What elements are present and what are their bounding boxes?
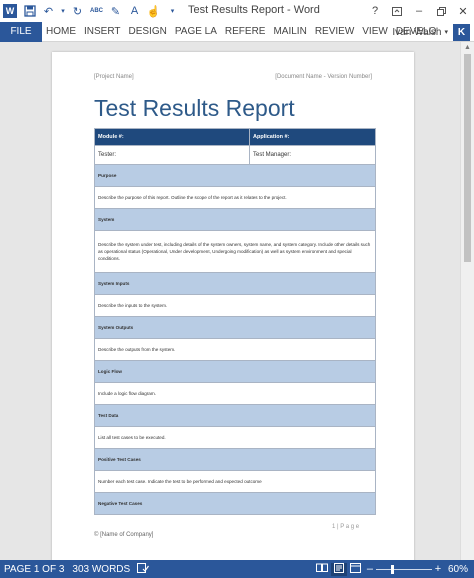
- word-logo[interactable]: W: [3, 4, 17, 18]
- tab-references[interactable]: REFERE: [221, 22, 270, 42]
- cell-system-outputs: Describe the outputs from the system.: [94, 338, 376, 361]
- table-row: System Inputs: [94, 272, 376, 295]
- print-layout-icon[interactable]: [330, 562, 347, 576]
- document-page[interactable]: [Project Name] [Document Name - Version …: [52, 52, 414, 560]
- cell-logic-flow: Include a logic flow diagram.: [94, 382, 376, 405]
- style-dropdown-icon[interactable]: A: [126, 3, 143, 19]
- zoom-in-button[interactable]: +: [432, 563, 444, 575]
- spelling-check-icon[interactable]: ABC: [88, 3, 105, 19]
- redo-icon[interactable]: ↻: [69, 3, 86, 19]
- header-document-name: [Document Name - Version Number]: [275, 74, 372, 80]
- table-row: List all test cases to be executed.: [94, 426, 376, 449]
- save-icon[interactable]: [21, 3, 38, 19]
- tab-design[interactable]: DESIGN: [125, 22, 171, 42]
- header-application: Application #:: [249, 128, 376, 146]
- table-row: Test Data: [94, 404, 376, 427]
- table-row: Describe the inputs to the system.: [94, 294, 376, 317]
- chevron-down-icon: ▾: [444, 29, 448, 36]
- cell-system: Describe the system under test, includin…: [94, 230, 376, 273]
- word-count[interactable]: 303 WORDS: [68, 564, 134, 575]
- table-field-row: Tester: Test Manager:: [94, 145, 376, 165]
- table-row: System: [94, 208, 376, 231]
- page-number: 1 | P a g e: [332, 524, 360, 530]
- tab-view[interactable]: VIEW: [358, 22, 392, 42]
- table-row: Negative Test Cases: [94, 492, 376, 515]
- user-name: Ivan Walsh: [392, 26, 442, 38]
- table-row: Describe the purpose of this report. Out…: [94, 186, 376, 209]
- undo-icon[interactable]: ↶: [40, 3, 57, 19]
- section-negative-test-cases: Negative Test Cases: [94, 492, 376, 515]
- help-icon[interactable]: ?: [364, 0, 386, 22]
- proofing-icon[interactable]: [134, 562, 152, 576]
- cell-purpose: Describe the purpose of this report. Out…: [94, 186, 376, 209]
- table-row: Describe the outputs from the system.: [94, 338, 376, 361]
- section-system-inputs: System Inputs: [94, 272, 376, 295]
- customize-qat-icon[interactable]: ▾: [164, 3, 181, 19]
- zoom-controls: – + 60%: [313, 560, 474, 578]
- zoom-slider-handle[interactable]: [390, 564, 394, 574]
- page-count[interactable]: PAGE 1 OF 3: [0, 564, 68, 575]
- close-icon[interactable]: ✕: [452, 0, 474, 22]
- read-mode-icon[interactable]: [313, 563, 331, 575]
- tab-file[interactable]: FILE: [0, 21, 42, 42]
- window-title: Test Results Report - Word: [188, 4, 320, 16]
- status-bar: PAGE 1 OF 3 303 WORDS – + 60%: [0, 560, 474, 578]
- section-test-data: Test Data: [94, 404, 376, 427]
- document-workspace[interactable]: [Project Name] [Document Name - Version …: [0, 42, 460, 560]
- quick-access-toolbar: W ↶ ▾ ↻ ABC ✎ A ☝ ▾: [0, 0, 183, 22]
- zoom-slider[interactable]: [375, 564, 432, 574]
- table-row: Positive Test Cases: [94, 448, 376, 471]
- avatar[interactable]: K: [453, 24, 470, 41]
- tab-mailings[interactable]: MAILIN: [269, 22, 310, 42]
- title-bar: W ↶ ▾ ↻ ABC ✎ A ☝ ▾ Test Results Report …: [0, 0, 474, 22]
- footer-company: © [Name of Company]: [94, 532, 154, 538]
- tab-review[interactable]: REVIEW: [311, 22, 358, 42]
- section-purpose: Purpose: [94, 164, 376, 187]
- header-module: Module #:: [94, 128, 250, 146]
- table-row: Number each test case. Indicate the test…: [94, 470, 376, 493]
- field-tester: Tester:: [94, 145, 250, 165]
- cell-system-inputs: Describe the inputs to the system.: [94, 294, 376, 317]
- tab-page-layout[interactable]: PAGE LA: [171, 22, 221, 42]
- zoom-out-button[interactable]: –: [364, 563, 376, 575]
- undo-dropdown-icon[interactable]: ▾: [59, 3, 67, 19]
- section-positive-test-cases: Positive Test Cases: [94, 448, 376, 471]
- cell-test-data: List all test cases to be executed.: [94, 426, 376, 449]
- zoom-level[interactable]: 60%: [444, 564, 474, 575]
- header-project-name: [Project Name]: [94, 74, 134, 80]
- user-account[interactable]: Ivan Walsh ▾: [392, 22, 448, 42]
- ribbon-tabs: FILE HOME INSERT DESIGN PAGE LA REFERE M…: [0, 21, 474, 42]
- tab-home[interactable]: HOME: [42, 22, 80, 42]
- window-controls: ? – ✕: [364, 0, 474, 22]
- format-painter-icon[interactable]: ✎: [107, 3, 124, 19]
- web-layout-icon[interactable]: [347, 562, 364, 576]
- section-system: System: [94, 208, 376, 231]
- table-row: Purpose: [94, 164, 376, 187]
- table-row: Logic Flow: [94, 360, 376, 383]
- cell-positive-test-cases: Number each test case. Indicate the test…: [94, 470, 376, 493]
- minimize-icon[interactable]: –: [408, 0, 430, 22]
- table-row: System Outputs: [94, 316, 376, 339]
- ribbon-display-icon[interactable]: [386, 0, 408, 22]
- vertical-scrollbar[interactable]: ▲: [460, 42, 474, 560]
- scroll-up-icon[interactable]: ▲: [464, 44, 471, 51]
- table-row: Include a logic flow diagram.: [94, 382, 376, 405]
- section-logic-flow: Logic Flow: [94, 360, 376, 383]
- scrollbar-thumb[interactable]: [464, 54, 471, 262]
- section-system-outputs: System Outputs: [94, 316, 376, 339]
- restore-icon[interactable]: [430, 0, 452, 22]
- page-title: Test Results Report: [94, 95, 295, 121]
- table-row: Describe the system under test, includin…: [94, 230, 376, 273]
- test-results-table: Module #: Application #: Tester: Test Ma…: [94, 128, 376, 515]
- touch-mode-icon[interactable]: ☝: [145, 3, 162, 19]
- field-test-manager: Test Manager:: [249, 145, 376, 165]
- table-header-row: Module #: Application #:: [94, 128, 376, 146]
- tab-insert[interactable]: INSERT: [80, 22, 125, 42]
